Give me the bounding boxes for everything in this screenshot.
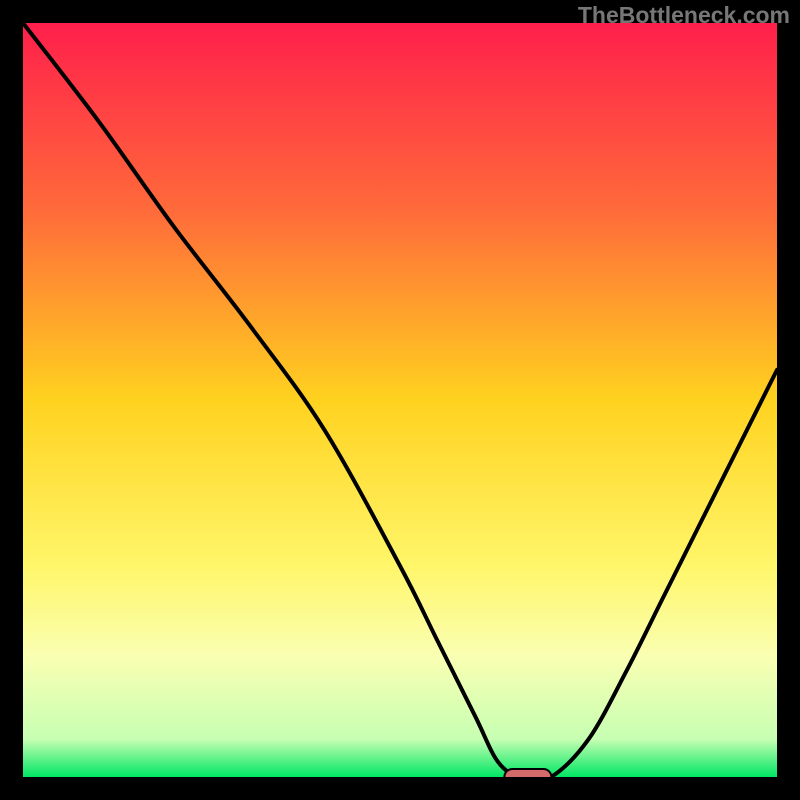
curve-layer xyxy=(23,23,777,777)
plot-area xyxy=(23,23,777,777)
chart-stage: TheBottleneck.com xyxy=(0,0,800,800)
optimal-marker xyxy=(504,768,553,777)
watermark-text: TheBottleneck.com xyxy=(578,2,790,29)
bottleneck-curve-path xyxy=(23,23,777,777)
